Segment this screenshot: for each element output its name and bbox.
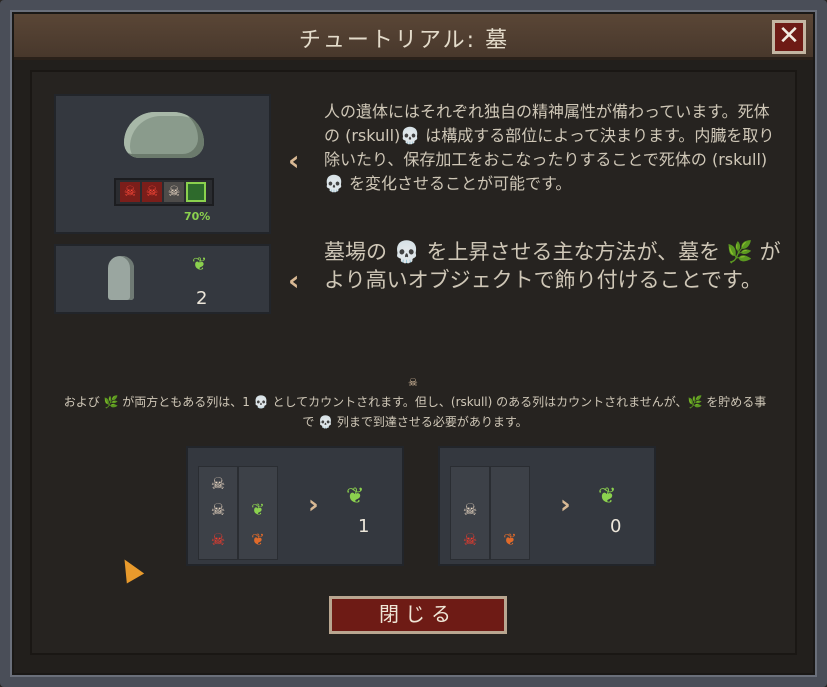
skull-icon: ☠ [210, 474, 226, 493]
title-bar: チュートリアル: 墓 [14, 14, 813, 60]
description-grave: 墓場の 💀 を上昇させる主な方法が、墓を 🌿 がより高いオブジェクトで飾り付ける… [324, 240, 781, 292]
dialog-title: チュートリアル: 墓 [298, 28, 510, 53]
green-meter-icon [186, 182, 206, 202]
chevron-right-icon: › [308, 490, 319, 520]
laurel-icon: ❦ [251, 500, 265, 519]
corpse-panel: ☠ ☠ ☠ 70% [54, 94, 271, 234]
orange-laurel-icon: ❦ [503, 530, 517, 549]
chevron-left-icon: ‹ [288, 264, 300, 297]
example-panel-1: ☠ ☠ ❦ ☠ ❦ › ❦ 1 [186, 446, 404, 566]
laurel-skull-icon: ❦ [346, 484, 365, 509]
chevron-left-icon: ‹ [288, 144, 300, 177]
red-skull-icon: ☠ [142, 182, 162, 202]
laurel-skull-icon: ❦ [598, 484, 617, 509]
chevron-right-icon: › [560, 490, 571, 520]
skull-icon: ☠ [210, 500, 226, 519]
grave-panel: ❦ 2 [54, 244, 271, 314]
red-skull-icon: ☠ [120, 182, 140, 202]
skull-icon: ☠ [462, 500, 478, 519]
example-result: 1 [358, 516, 370, 537]
example-result: 0 [610, 516, 622, 537]
gravestone-icon [108, 256, 134, 300]
description-corpse: 人の遺体にはそれぞれ独自の精神属性が備わっています。死体の (rskull)💀 … [324, 102, 775, 193]
corpse-attribute-slots: ☠ ☠ ☠ [114, 178, 214, 206]
grave-value: 2 [196, 288, 208, 309]
corpse-percent: 70% [184, 210, 211, 223]
counting-note: および 🌿 が両方ともある列は、1 💀 としてカウントされます。但し、(rsku… [63, 395, 767, 429]
corpse-icon [124, 112, 204, 158]
skull-icon: ☠ [164, 182, 184, 202]
close-icon-button[interactable]: ✕ [772, 20, 806, 54]
laurel-icon: ❦ [192, 254, 208, 275]
close-button[interactable]: 閉じる [329, 596, 507, 634]
skull-icon: ☠ [408, 376, 418, 389]
example-panel-2: ☠ ☠ ❦ › ❦ 0 [438, 446, 656, 566]
red-skull-icon: ☠ [462, 530, 478, 549]
red-skull-icon: ☠ [210, 530, 226, 549]
orange-laurel-icon: ❦ [251, 530, 265, 549]
